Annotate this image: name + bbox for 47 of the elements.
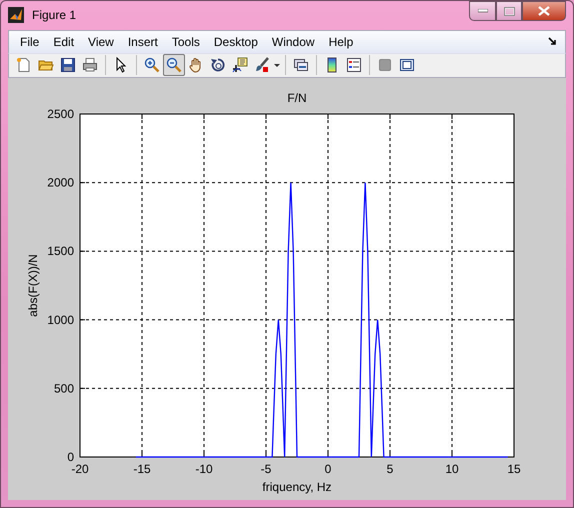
- y-tick-label: 2500: [47, 107, 74, 121]
- menu-item[interactable]: View: [81, 30, 121, 53]
- menu-item[interactable]: Edit: [46, 30, 82, 53]
- y-tick-label: 500: [54, 381, 74, 396]
- menu-item[interactable]: Tools: [164, 30, 207, 53]
- printer-icon: [82, 57, 98, 74]
- x-tick-label: -5: [260, 462, 272, 476]
- page-icon: [16, 57, 32, 74]
- zoom-in-icon: [144, 57, 160, 74]
- menu-item[interactable]: File: [13, 30, 46, 53]
- x-tick-label: 0: [324, 462, 332, 476]
- menu-item[interactable]: Window: [264, 30, 322, 53]
- chart-title: F/N: [287, 91, 307, 105]
- data-cursor-icon: [232, 57, 248, 74]
- x-tick-label: 5: [386, 462, 394, 476]
- close-icon: [538, 6, 550, 16]
- close-button[interactable]: [522, 1, 566, 21]
- rotate-icon: [210, 57, 226, 74]
- menu-item[interactable]: Help: [322, 30, 360, 53]
- y-axis-label: abs(F(X))/N: [26, 254, 40, 317]
- y-tick-label: 2000: [47, 176, 74, 190]
- minimize-button[interactable]: [469, 1, 496, 21]
- menu-item[interactable]: Desktop: [206, 30, 265, 53]
- maximize-icon: [504, 6, 514, 16]
- menu-item[interactable]: Insert: [120, 30, 165, 53]
- y-tick-label: 1500: [47, 244, 74, 258]
- x-tick-label: -15: [133, 462, 151, 476]
- window-frame-icon: [399, 57, 415, 74]
- window-title: Figure 1: [32, 7, 78, 24]
- dock-arrow-icon[interactable]: [548, 37, 557, 46]
- x-tick-label: -20: [71, 462, 89, 476]
- zoom-out-icon: [166, 57, 182, 74]
- zoom-out-button[interactable]: [163, 54, 185, 76]
- legend-icon: [346, 57, 362, 74]
- x-tick-label: 10: [445, 462, 459, 476]
- brush-icon: [254, 57, 270, 74]
- y-tick-label: 1000: [47, 312, 74, 327]
- square-icon: [377, 57, 393, 74]
- maximize-button[interactable]: [496, 1, 522, 21]
- save-icon: [60, 57, 76, 74]
- x-tick-label: -10: [195, 462, 213, 476]
- app-logo-icon: [8, 7, 24, 24]
- x-axis-label: friquency, Hz: [262, 480, 332, 494]
- x-tick-label: 15: [507, 462, 521, 476]
- linked-plot-icon: [293, 57, 309, 74]
- y-tick-label: 0: [67, 450, 74, 464]
- minimize-icon: [478, 9, 488, 13]
